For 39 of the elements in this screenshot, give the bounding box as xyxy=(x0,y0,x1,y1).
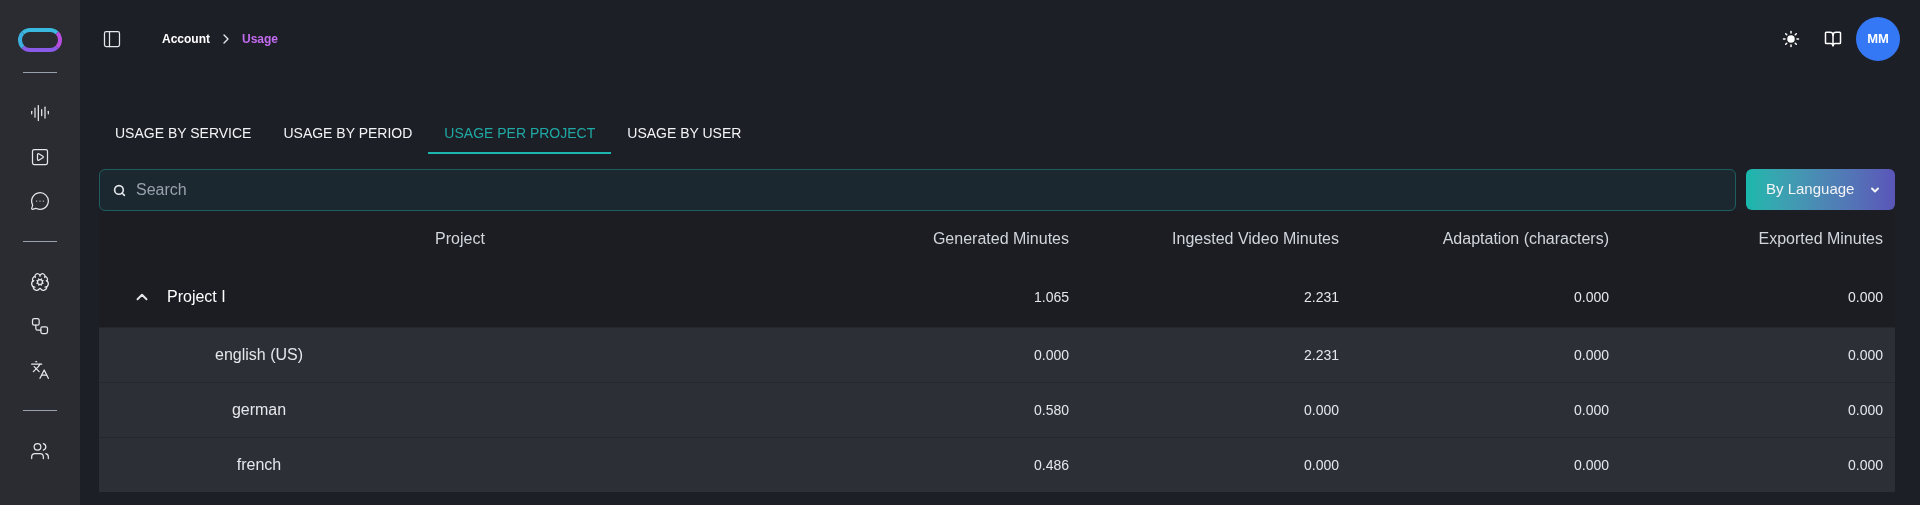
sidebar-toggle-icon[interactable] xyxy=(102,29,122,49)
table-cell-text: 0.486 xyxy=(1032,455,1070,475)
table-cell-text: 0.000 xyxy=(1302,400,1340,420)
table-cell-text: 0.000 xyxy=(1572,455,1610,475)
language-name: german xyxy=(231,401,287,418)
table-cell-text: 0.000 xyxy=(1572,345,1610,365)
tab[interactable]: USAGE PER PROJECT xyxy=(428,114,612,154)
table-cell-text: 2.231 xyxy=(1302,345,1340,365)
group-by-dropdown[interactable]: By Language xyxy=(1746,169,1895,210)
search-icon xyxy=(113,184,126,197)
table-cell-text: 0.000 xyxy=(1032,345,1070,365)
table-cell-text: 0.000 xyxy=(1846,345,1884,365)
tab[interactable]: USAGE BY USER xyxy=(611,114,758,154)
table-cell-text: 0.000 xyxy=(1846,287,1884,307)
table-cell-text: 2.231 xyxy=(1302,287,1340,307)
table-cell-text: 0.000 xyxy=(1572,287,1610,307)
language-name: english (US) xyxy=(215,346,303,363)
table-cell-text: 0.000 xyxy=(1846,400,1884,420)
breadcrumb-link[interactable]: Account xyxy=(162,30,210,48)
tab[interactable]: USAGE BY SERVICE xyxy=(99,114,268,154)
column-header: Exported Minutes xyxy=(1757,229,1884,249)
table-cell-text: 0.000 xyxy=(1846,455,1884,475)
language-name: french xyxy=(236,456,282,473)
table-cell-text: 1.065 xyxy=(1032,287,1070,307)
book-icon[interactable] xyxy=(1824,30,1842,48)
column-header: Project xyxy=(434,229,486,249)
column-header: Generated Minutes xyxy=(931,229,1070,249)
breadcrumb-link[interactable]: Usage xyxy=(242,30,279,48)
logo-icon[interactable] xyxy=(18,28,62,52)
user-avatar[interactable]: MM xyxy=(1856,17,1900,61)
tab[interactable]: USAGE BY PERIOD xyxy=(267,114,429,154)
table-cell-text: 0.000 xyxy=(1302,455,1340,475)
column-header: Ingested Video Minutes xyxy=(1171,229,1340,249)
column-header: Adaptation (characters) xyxy=(1441,229,1610,249)
project-name: Project I xyxy=(167,287,226,307)
table-cell-text: 0.580 xyxy=(1032,400,1070,420)
table-cell-text: 0.000 xyxy=(1572,400,1610,420)
theme-toggle-icon[interactable] xyxy=(1782,30,1800,48)
search-field[interactable]: Search xyxy=(99,169,1736,211)
